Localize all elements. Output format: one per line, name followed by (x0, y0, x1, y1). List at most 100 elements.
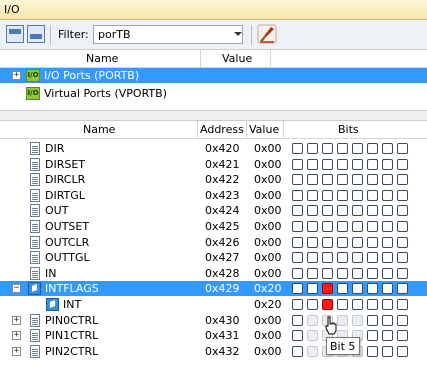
bit-cell[interactable] (307, 174, 318, 186)
register-row[interactable]: + PIN0CTRL 0x430 0x00 (0, 313, 427, 328)
bit-cell[interactable] (292, 174, 303, 186)
bit-cell[interactable] (367, 205, 378, 217)
bit-cell[interactable] (337, 174, 348, 186)
filter-input[interactable] (93, 25, 243, 44)
bit-cell[interactable] (307, 299, 318, 310)
bit-cell[interactable] (382, 143, 393, 154)
bit-cell[interactable] (382, 174, 393, 186)
bit-cell[interactable] (397, 143, 408, 154)
panel-splitter[interactable] (0, 110, 427, 121)
expand-icon[interactable]: + (12, 71, 21, 80)
bit-cell[interactable] (322, 221, 333, 232)
peripheral-item-portb[interactable]: + I/O I/O Ports (PORTB) (0, 68, 427, 83)
bit-cell[interactable] (397, 345, 408, 357)
register-value[interactable]: 0x00 (254, 251, 282, 264)
bit-cell[interactable] (382, 283, 393, 295)
bit-cell[interactable] (352, 221, 363, 232)
column-header-value[interactable]: Value (249, 123, 279, 136)
view-top-button[interactable] (6, 25, 24, 43)
register-value[interactable]: 0x20 (254, 298, 282, 311)
bit-cell[interactable] (352, 267, 363, 279)
expand-icon[interactable]: − (12, 284, 21, 294)
bit-cell[interactable] (292, 221, 303, 232)
bit-cell[interactable] (367, 283, 378, 295)
bit-cell[interactable] (382, 252, 393, 264)
bit-cell[interactable] (337, 267, 348, 279)
bit-cell[interactable] (367, 143, 378, 154)
bit-cell[interactable] (322, 174, 333, 186)
bit-cell[interactable] (307, 236, 318, 248)
bit-cell[interactable] (367, 267, 378, 279)
bit-cell[interactable] (292, 330, 303, 342)
register-row[interactable]: DIRSET 0x421 0x00 (0, 157, 427, 172)
bit-cell[interactable] (397, 330, 408, 342)
register-value[interactable]: 0x00 (254, 173, 282, 186)
peripheral-item-vportb[interactable]: I/O Virtual Ports (VPORTB) (0, 86, 427, 101)
bit-cell[interactable] (367, 330, 378, 342)
bit-cell[interactable] (292, 143, 303, 154)
bit-cell[interactable] (292, 158, 303, 170)
bit-cell[interactable] (292, 205, 303, 217)
register-value[interactable]: 0x00 (254, 142, 282, 155)
bit-cell[interactable] (322, 143, 333, 154)
bit-cell[interactable] (382, 330, 393, 342)
bit-cell[interactable] (397, 158, 408, 170)
bit-cell[interactable] (397, 283, 408, 295)
bit-cell[interactable] (367, 174, 378, 186)
bit-cell[interactable] (382, 205, 393, 217)
register-value[interactable]: 0x00 (254, 220, 282, 233)
bit-cell[interactable] (307, 314, 318, 326)
bit-cell[interactable] (352, 283, 363, 295)
bit-cell[interactable] (292, 283, 303, 295)
brush-icon[interactable] (257, 24, 277, 44)
bit-cell[interactable] (307, 267, 318, 279)
register-row[interactable]: DIR 0x420 0x00 (0, 141, 427, 156)
column-header-bits[interactable]: Bits (338, 123, 359, 136)
bit-cell[interactable] (367, 314, 378, 326)
bit-cell[interactable] (322, 158, 333, 170)
bit-cell[interactable] (382, 345, 393, 357)
bit-cell[interactable] (337, 314, 348, 326)
bit-cell[interactable] (397, 252, 408, 264)
bit-cell[interactable] (337, 252, 348, 264)
bit-cell[interactable] (292, 189, 303, 201)
bit-cell[interactable] (367, 345, 378, 357)
bit-cell[interactable] (367, 221, 378, 232)
bit-cell[interactable] (307, 330, 318, 342)
register-value[interactable]: 0x00 (254, 158, 282, 171)
register-value[interactable]: 0x20 (254, 282, 282, 295)
bit-cell[interactable] (307, 221, 318, 232)
bit-cell[interactable] (367, 158, 378, 170)
bit-cell[interactable] (292, 345, 303, 357)
bit-cell[interactable] (382, 189, 393, 201)
bit-cell[interactable] (367, 252, 378, 264)
bit-cell[interactable] (307, 283, 318, 295)
register-row[interactable]: + PIN1CTRL 0x431 0x00 (0, 328, 427, 343)
register-row[interactable]: − INTFLAGS 0x429 0x20 (0, 281, 427, 297)
chevron-down-icon[interactable] (234, 32, 242, 36)
bit-cell[interactable] (382, 314, 393, 326)
column-header-name[interactable]: Name (83, 123, 115, 136)
bit-cell[interactable] (397, 299, 408, 310)
bit-cell[interactable] (292, 314, 303, 326)
bit-cell[interactable] (397, 174, 408, 186)
register-value[interactable]: 0x00 (254, 267, 282, 280)
register-value[interactable]: 0x00 (254, 236, 282, 249)
register-value[interactable]: 0x00 (254, 189, 282, 202)
bit-cell[interactable] (352, 252, 363, 264)
bit-cell[interactable] (337, 221, 348, 232)
bit-cell[interactable] (307, 252, 318, 264)
bit-cell[interactable] (307, 143, 318, 154)
bit-cell[interactable] (397, 267, 408, 279)
bit-cell[interactable] (337, 189, 348, 201)
bit-cell[interactable] (307, 345, 318, 357)
bit-cell[interactable] (307, 158, 318, 170)
bit-cell[interactable] (337, 158, 348, 170)
register-row[interactable]: IN 0x428 0x00 (0, 266, 427, 281)
bit-cell[interactable] (397, 205, 408, 217)
bit-cell[interactable] (322, 299, 333, 310)
bit-cell[interactable] (382, 158, 393, 170)
register-row[interactable]: DIRCLR 0x422 0x00 (0, 172, 427, 187)
bit-cell[interactable] (337, 205, 348, 217)
bit-cell[interactable] (352, 189, 363, 201)
